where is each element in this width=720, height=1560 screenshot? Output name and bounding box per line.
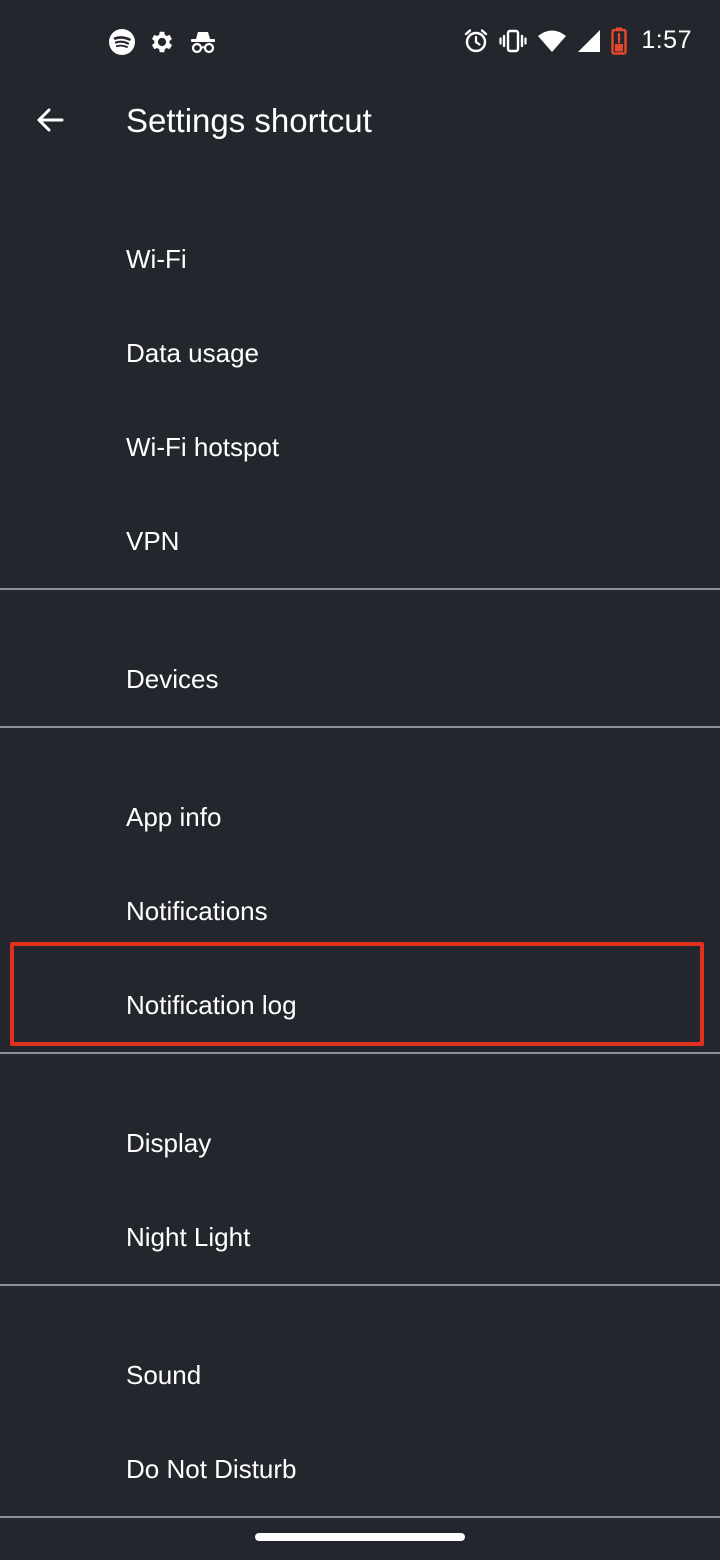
group-sound: Sound Do Not Disturb (0, 1328, 720, 1516)
list-item-data-usage[interactable]: Data usage (0, 306, 720, 400)
settings-shortcut-list: Wi-Fi Data usage Wi-Fi hotspot VPN Devic… (0, 212, 720, 1518)
group-devices: Devices (0, 632, 720, 726)
signal-icon (577, 29, 601, 53)
navigation-handle[interactable] (255, 1533, 465, 1541)
status-left-icons (108, 28, 218, 56)
status-time: 1:57 (641, 26, 692, 54)
settings-shortcut-screen: 1:57 Settings shortcut Wi-Fi Data usage … (0, 0, 720, 1560)
list-item-wifi[interactable]: Wi-Fi (0, 212, 720, 306)
list-item-do-not-disturb[interactable]: Do Not Disturb (0, 1422, 720, 1516)
battery-icon (611, 27, 628, 55)
spotify-icon (108, 28, 136, 56)
incognito-icon (188, 28, 218, 56)
list-item-devices[interactable]: Devices (0, 632, 720, 726)
vibrate-icon (499, 28, 527, 54)
back-button[interactable] (22, 92, 78, 148)
list-item-sound[interactable]: Sound (0, 1328, 720, 1422)
list-item-notification-log[interactable]: Notification log (0, 958, 720, 1052)
list-item-app-info[interactable]: App info (0, 770, 720, 864)
group-display: Display Night Light (0, 1096, 720, 1284)
divider (0, 1516, 720, 1518)
list-item-notifications[interactable]: Notifications (0, 864, 720, 958)
wifi-icon (537, 29, 567, 53)
alarm-icon (463, 28, 489, 54)
app-bar: Settings shortcut (0, 84, 720, 160)
status-right-icons: 1:57 (463, 26, 692, 55)
list-item-display[interactable]: Display (0, 1096, 720, 1190)
page-title: Settings shortcut (126, 102, 372, 139)
list-item-wifi-hotspot[interactable]: Wi-Fi hotspot (0, 400, 720, 494)
group-apps: App info Notifications Notification log (0, 770, 720, 1052)
group-network: Wi-Fi Data usage Wi-Fi hotspot VPN (0, 212, 720, 588)
list-item-vpn[interactable]: VPN (0, 494, 720, 588)
gear-icon (148, 28, 176, 56)
list-item-night-light[interactable]: Night Light (0, 1190, 720, 1284)
back-arrow-icon (34, 104, 66, 136)
status-bar: 1:57 (0, 0, 720, 84)
